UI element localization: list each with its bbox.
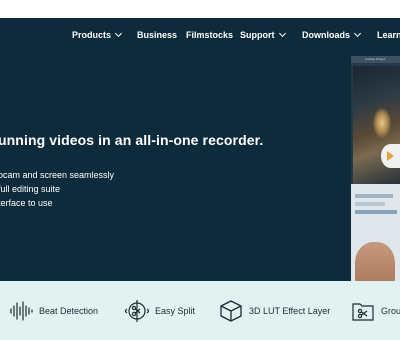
feature-beat-detection[interactable]: Beat Detection — [9, 300, 98, 322]
feature-3d-lut-effect-layer[interactable]: 3D LUT Effect Layer — [219, 300, 330, 322]
nav-item-support[interactable]: Support — [240, 29, 286, 40]
play-icon[interactable] — [381, 144, 400, 168]
hero-section: Products Business Filmstocks Support Dow… — [0, 18, 400, 281]
chevron-down-icon — [278, 29, 286, 38]
nav-item-filmstocks[interactable]: Filmstocks — [186, 30, 233, 40]
nav-item-label: Products — [72, 30, 112, 40]
feature-label: Grou — [381, 306, 400, 316]
hand-image — [355, 242, 395, 281]
feature-label: Beat Detection — [39, 306, 99, 316]
split-icon — [125, 300, 149, 322]
screenshot-titlebar: Untitled Project — [351, 56, 400, 63]
video-light-glow — [373, 108, 391, 138]
timeline-track — [355, 210, 397, 214]
cube-icon — [219, 300, 243, 322]
nav-item-label: Downloads — [302, 30, 351, 40]
nav-item-label: Filmstocks — [186, 30, 234, 40]
hero-bullet: terface to use — [0, 198, 53, 208]
group-folder-icon — [351, 300, 375, 322]
chevron-down-icon — [114, 29, 123, 38]
audio-wave-icon — [9, 300, 33, 322]
chevron-down-icon — [353, 29, 362, 38]
nav-item-label: Support — [240, 30, 275, 40]
nav-item-products[interactable]: Products — [72, 29, 123, 40]
top-strip — [0, 0, 400, 18]
hero-bullet-list: bcam and screen seamlessly full editing … — [0, 168, 114, 210]
nav-item-learn[interactable]: Learn — [377, 30, 400, 40]
hero-headline: unning videos in an all-in-one recorder. — [0, 132, 264, 148]
main-nav: Products Business Filmstocks Support Dow… — [0, 18, 400, 56]
timeline-track — [355, 202, 385, 206]
feature-label: 3D LUT Effect Layer — [249, 306, 331, 316]
hero-bullet: full editing suite — [0, 184, 61, 194]
hero-bullet: bcam and screen seamlessly — [0, 170, 115, 180]
nav-item-downloads[interactable]: Downloads — [302, 29, 362, 40]
feature-strip: Beat Detection Easy Split 3D LUT Effect … — [0, 281, 400, 340]
feature-group[interactable]: Grou — [351, 300, 400, 322]
timeline-track — [355, 194, 393, 198]
nav-item-label: Learn — [377, 30, 400, 40]
screenshot-title: Untitled Project — [365, 57, 386, 61]
feature-easy-split[interactable]: Easy Split — [125, 300, 195, 322]
nav-item-business[interactable]: Business — [137, 30, 177, 40]
feature-label: Easy Split — [155, 306, 196, 316]
nav-item-label: Business — [137, 30, 178, 40]
